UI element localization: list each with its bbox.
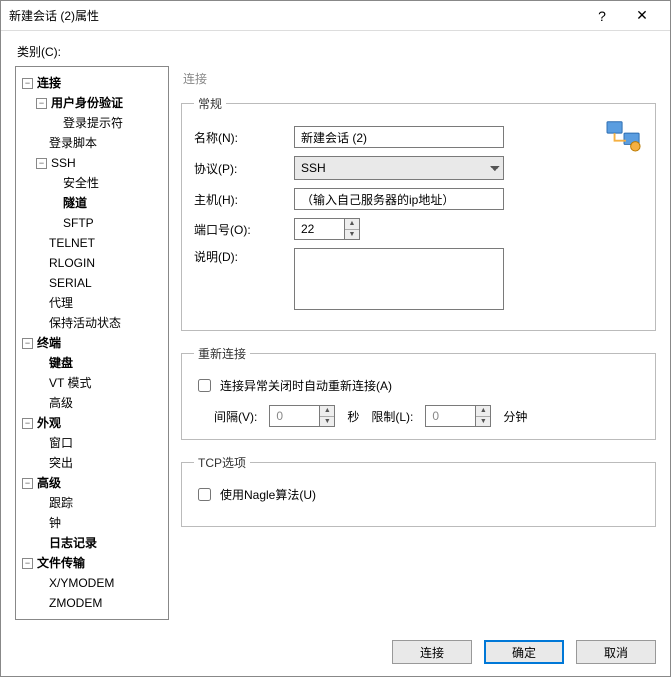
tree-auth[interactable]: 用户身份验证 [51, 93, 123, 113]
tree-loginscript[interactable]: 登录脚本 [49, 133, 97, 153]
tree-zmodem[interactable]: ZMODEM [49, 593, 102, 613]
tree-telnet[interactable]: TELNET [49, 233, 95, 253]
auto-reconnect-label: 连接异常关闭时自动重新连接(A) [220, 377, 392, 394]
tree-sftp[interactable]: SFTP [63, 213, 94, 233]
help-button[interactable]: ? [582, 1, 622, 31]
nagle-label: 使用Nagle算法(U) [220, 486, 316, 503]
spin-down-icon[interactable]: ▼ [476, 417, 490, 427]
interval-unit: 秒 [347, 408, 359, 425]
connect-button[interactable]: 连接 [392, 640, 472, 664]
port-input[interactable] [294, 218, 344, 240]
limit-label: 限制(L): [371, 408, 413, 425]
expand-icon[interactable]: − [22, 558, 33, 569]
interval-input[interactable] [269, 405, 319, 427]
connection-icon [605, 118, 643, 152]
cancel-button[interactable]: 取消 [576, 640, 656, 664]
titlebar: 新建会话 (2)属性 ? ✕ [1, 1, 670, 31]
tree-adv1[interactable]: 高级 [49, 393, 73, 413]
tree-logging[interactable]: 日志记录 [49, 533, 97, 553]
desc-label: 说明(D): [194, 248, 284, 265]
tree-connection[interactable]: 连接 [37, 73, 61, 93]
name-label: 名称(N): [194, 129, 284, 146]
category-label: 类别(C): [17, 43, 656, 60]
expand-icon[interactable]: − [22, 338, 33, 349]
expand-icon[interactable]: − [36, 98, 47, 109]
port-label: 端口号(O): [194, 221, 284, 238]
spin-down-icon[interactable]: ▼ [345, 230, 359, 240]
tcp-group: TCP选项 使用Nagle算法(U) [181, 454, 656, 527]
tree-keepalive[interactable]: 保持活动状态 [49, 313, 121, 333]
spin-down-icon[interactable]: ▼ [320, 417, 334, 427]
settings-panel: 连接 常规 名称(N): 协议(P): SSH 主机 [181, 66, 656, 620]
host-input[interactable] [294, 188, 504, 210]
tree-rlogin[interactable]: RLOGIN [49, 253, 95, 273]
reconnect-group: 重新连接 连接异常关闭时自动重新连接(A) 间隔(V): ▲▼ 秒 限制(L): [181, 345, 656, 440]
tree-proxy[interactable]: 代理 [49, 293, 73, 313]
window-title: 新建会话 (2)属性 [9, 7, 582, 24]
tcp-legend: TCP选项 [194, 454, 250, 471]
tree-appearance[interactable]: 外观 [37, 413, 61, 433]
general-legend: 常规 [194, 95, 226, 112]
dialog-content: 类别(C): −连接 −用户身份验证 登录提示符 登录脚本 −SSH 安全性 隧… [1, 31, 670, 630]
tree-loginprompt[interactable]: 登录提示符 [63, 113, 123, 133]
category-tree[interactable]: −连接 −用户身份验证 登录提示符 登录脚本 −SSH 安全性 隧道 SFTP [15, 66, 169, 620]
tree-filetrans[interactable]: 文件传输 [37, 553, 85, 573]
close-button[interactable]: ✕ [622, 1, 662, 31]
general-group: 常规 名称(N): 协议(P): SSH 主机(H): [181, 95, 656, 331]
spin-up-icon[interactable]: ▲ [345, 219, 359, 230]
interval-label: 间隔(V): [214, 408, 257, 425]
spin-up-icon[interactable]: ▲ [320, 406, 334, 417]
protocol-label: 协议(P): [194, 160, 284, 177]
tree-trace[interactable]: 跟踪 [49, 493, 73, 513]
tree-tunnel[interactable]: 隧道 [63, 193, 87, 213]
port-spinner[interactable]: ▲▼ [294, 218, 360, 240]
spin-up-icon[interactable]: ▲ [476, 406, 490, 417]
tree-window[interactable]: 窗口 [49, 433, 73, 453]
tree-advanced[interactable]: 高级 [37, 473, 61, 493]
auto-reconnect-checkbox[interactable] [198, 379, 211, 392]
section-title: 连接 [181, 66, 656, 95]
dialog-footer: 连接 确定 取消 [1, 630, 670, 678]
reconnect-legend: 重新连接 [194, 345, 250, 362]
interval-spinner[interactable]: ▲▼ [269, 405, 335, 427]
limit-unit: 分钟 [503, 408, 527, 425]
tree-security[interactable]: 安全性 [63, 173, 99, 193]
expand-icon[interactable]: − [22, 78, 33, 89]
name-input[interactable] [294, 126, 504, 148]
tree-terminal[interactable]: 终端 [37, 333, 61, 353]
expand-icon[interactable]: − [36, 158, 47, 169]
nagle-checkbox[interactable] [198, 488, 211, 501]
tree-serial[interactable]: SERIAL [49, 273, 92, 293]
tree-bell[interactable]: 钟 [49, 513, 61, 533]
desc-textarea[interactable] [294, 248, 504, 310]
expand-icon[interactable]: − [22, 478, 33, 489]
tree-highlight[interactable]: 突出 [49, 453, 73, 473]
protocol-select[interactable]: SSH [294, 156, 504, 180]
tree-ssh[interactable]: SSH [51, 153, 76, 173]
tree-xymodem[interactable]: X/YMODEM [49, 573, 114, 593]
tree-vtmode[interactable]: VT 模式 [49, 373, 91, 393]
limit-input[interactable] [425, 405, 475, 427]
ok-button[interactable]: 确定 [484, 640, 564, 664]
expand-icon[interactable]: − [22, 418, 33, 429]
limit-spinner[interactable]: ▲▼ [425, 405, 491, 427]
host-label: 主机(H): [194, 191, 284, 208]
tree-keyboard[interactable]: 键盘 [49, 353, 73, 373]
